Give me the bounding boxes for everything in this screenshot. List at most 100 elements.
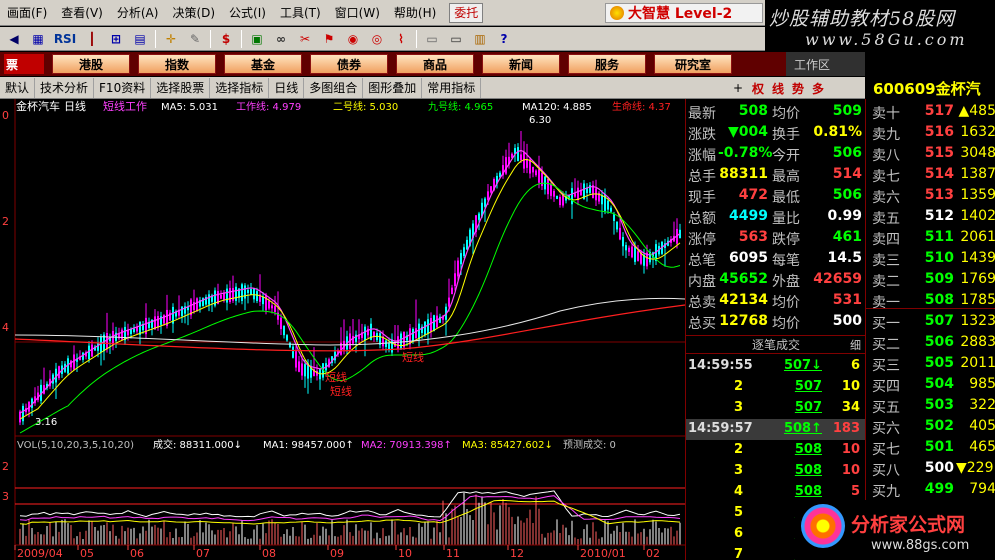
book-price: 517 [924, 103, 954, 119]
quote-value: 563 [738, 229, 768, 245]
ask-row[interactable]: 卖五 512 1402 [866, 207, 995, 228]
zoom-in-icon[interactable]: + [729, 79, 747, 97]
bid-row[interactable]: 买二 506 2883 [866, 333, 995, 354]
toolbar-separator [416, 29, 417, 48]
tab-index[interactable]: 指数 [138, 54, 216, 74]
graph-icon[interactable]: ⌇ [391, 29, 411, 49]
candle-body [631, 246, 633, 258]
book-volume: ▼2291 [956, 460, 995, 476]
bid-row[interactable]: 买三 505 2011 [866, 354, 995, 375]
chart-legend-work: 工作线: 4.979 [236, 100, 301, 113]
bid-row[interactable]: 买八 500▼2291 [866, 459, 995, 480]
quote-row: 涨跌 ▼004 换手 0.81% [686, 123, 866, 144]
binoculars-icon[interactable]: ∞ [271, 29, 291, 49]
multi-button[interactable]: 多 [809, 79, 827, 97]
quote-row: 总卖 42134 均价 531 [686, 291, 866, 312]
candle-body [271, 305, 273, 309]
tab-fund[interactable]: 基金 [224, 54, 302, 74]
candle-body [607, 200, 609, 210]
bid-row[interactable]: 买九 499 794 [866, 480, 995, 501]
candle-body [610, 207, 612, 212]
menu-item-formula[interactable]: 公式(I) [222, 0, 273, 26]
ask-row[interactable]: 卖七 514 1387 [866, 165, 995, 186]
rsi-button[interactable]: RSI [52, 29, 78, 49]
ask-row[interactable]: 卖三 510 1439 [866, 249, 995, 270]
book-level-label: 卖六 [872, 190, 900, 206]
vol-legend-volume: 成交: 88311.000↓ [153, 438, 242, 451]
ruler-icon[interactable]: ✎ [185, 29, 205, 49]
print-icon[interactable]: ▭ [422, 29, 442, 49]
window-icon[interactable]: ▭ [446, 29, 466, 49]
quote-label: 现手 [688, 190, 716, 206]
books-icon[interactable]: ▥ [470, 29, 490, 49]
default-layout-item[interactable]: 默认 [0, 77, 36, 98]
menu-item-window[interactable]: 窗口(W) [328, 0, 387, 26]
quote-value: 500 [832, 313, 862, 329]
minute-chart-icon[interactable]: ⊞ [106, 29, 126, 49]
table-icon[interactable]: ▤ [130, 29, 150, 49]
candle-body [415, 328, 417, 339]
select-indicator-item[interactable]: 选择指标 [210, 77, 270, 98]
f10-item[interactable]: F10资料 [94, 77, 152, 98]
tab-hk-stock[interactable]: 港股 [52, 54, 130, 74]
ask-row[interactable]: 卖九 516 1632 [866, 123, 995, 144]
alert-icon[interactable]: ◉ [343, 29, 363, 49]
ask-row[interactable]: 卖六 513 1359 [866, 186, 995, 207]
flag-icon[interactable]: ⚑ [319, 29, 339, 49]
record-icon[interactable]: ◎ [367, 29, 387, 49]
technical-analysis-item[interactable]: 技术分析 [35, 77, 95, 98]
money-icon[interactable]: ▣ [247, 29, 267, 49]
ask-row[interactable]: 卖十 517 ▲485 [866, 102, 995, 123]
bid-row[interactable]: 买四 504 985 [866, 375, 995, 396]
kline-icon[interactable]: ┃ [82, 29, 102, 49]
back-icon[interactable]: ◀ [4, 29, 24, 49]
menu-item-tools[interactable]: 工具(T) [273, 0, 328, 26]
high-price-label: 6.30 [529, 115, 551, 126]
ask-row[interactable]: 卖二 509 1769 [866, 270, 995, 291]
bid-row[interactable]: 买五 503 322 [866, 396, 995, 417]
trend-button[interactable]: 势 [789, 79, 807, 97]
bid-row[interactable]: 买七 501 465 [866, 438, 995, 459]
ask-row[interactable]: 卖八 515 3048 [866, 144, 995, 165]
book-level-label: 卖十 [872, 106, 900, 122]
tab-commodity[interactable]: 商品 [396, 54, 474, 74]
dollar-icon[interactable]: $ [216, 29, 236, 49]
book-volume: 1323 [960, 313, 995, 329]
candle-body [559, 196, 561, 206]
common-indicator-item[interactable]: 常用指标 [422, 77, 482, 98]
bid-row[interactable]: 买一 507 1323 [866, 312, 995, 333]
chart-legend-indicator: 短线工作 [103, 99, 147, 113]
trades-detail-toggle[interactable]: 细 [850, 337, 861, 353]
bid-row[interactable]: 买六 502 405 [866, 417, 995, 438]
trade-volume: 10 [841, 463, 860, 478]
rights-button[interactable]: 权 [749, 79, 767, 97]
ask-row[interactable]: 卖一 508 1785 [866, 291, 995, 312]
menu-item-view[interactable]: 查看(V) [54, 0, 110, 26]
menu-item-help[interactable]: 帮助(H) [387, 0, 443, 26]
weituo-button[interactable]: 委托 [449, 2, 484, 23]
kline-chart[interactable]: 金杯汽车 日线 短线工作 MA5: 5.031 工作线: 4.979 二号线: … [0, 99, 686, 560]
tab-research[interactable]: 研究室 [654, 54, 732, 74]
book-volume: 2883 [960, 334, 995, 350]
tab-news[interactable]: 新闻 [482, 54, 560, 74]
menu-item-decision[interactable]: 决策(D) [165, 0, 222, 26]
tab-service[interactable]: 服务 [568, 54, 646, 74]
tab-bond[interactable]: 债券 [310, 54, 388, 74]
select-stock-item[interactable]: 选择股票 [151, 77, 211, 98]
line-button[interactable]: 线 [769, 79, 787, 97]
menu-item-view-screen[interactable]: 画面(F) [0, 0, 54, 26]
menu-item-analysis[interactable]: 分析(A) [110, 0, 166, 26]
kline-chart-area[interactable]: 金杯汽车 日线 短线工作 MA5: 5.031 工作线: 4.979 二号线: … [0, 99, 686, 560]
help-icon[interactable]: ? [494, 29, 514, 49]
book-level-label: 买五 [872, 400, 900, 416]
ask-row[interactable]: 卖四 511 2061 [866, 228, 995, 249]
period-daily-item[interactable]: 日线 [269, 77, 305, 98]
trade-time: 14:59:57 [688, 421, 753, 436]
overlay-item[interactable]: 图形叠加 [363, 77, 423, 98]
crosshair-icon[interactable]: ✛ [161, 29, 181, 49]
tab-stock[interactable]: 票 [4, 54, 44, 74]
tools-icon[interactable]: ✂ [295, 29, 315, 49]
grid-icon[interactable]: ▦ [28, 29, 48, 49]
multi-chart-item[interactable]: 多图组合 [304, 77, 364, 98]
work-area-button[interactable]: 工作区 [786, 52, 865, 76]
